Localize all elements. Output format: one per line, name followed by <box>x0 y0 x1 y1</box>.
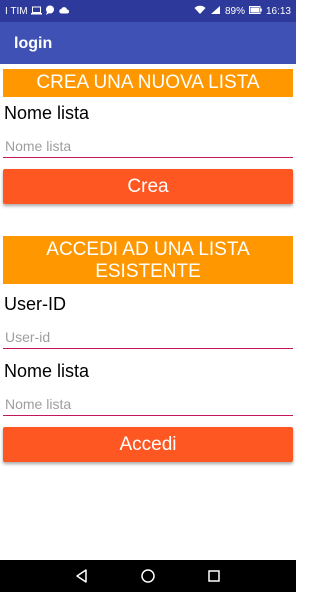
app-bar-title: login <box>14 35 53 52</box>
cloud-icon <box>58 6 69 17</box>
create-list-header: CREA UNA NUOVA LISTA <box>3 69 293 97</box>
userid-label: User-ID <box>4 294 66 314</box>
app-bar: login <box>0 22 296 64</box>
home-circle-icon[interactable] <box>140 568 156 584</box>
status-bar: I TIM 89% 16:13 <box>0 0 296 22</box>
access-list-header-line2: ESISTENTE <box>95 261 201 282</box>
access-button[interactable]: Accedi <box>3 427 293 462</box>
signal-icon <box>210 5 221 18</box>
create-name-label: Nome lista <box>4 103 90 123</box>
battery-percent: 89% <box>224 6 245 17</box>
access-list-header: ACCEDI AD UNA LISTA ESISTENTE <box>3 236 293 284</box>
carrier-label: I TIM <box>5 6 28 17</box>
create-button[interactable]: Crea <box>3 169 293 204</box>
access-name-label: Nome lista <box>4 361 90 381</box>
back-triangle-icon[interactable] <box>74 568 90 584</box>
chat-bubble-icon <box>45 5 55 18</box>
access-name-input[interactable] <box>3 392 293 416</box>
access-list-header-line1: ACCEDI AD UNA LISTA <box>46 239 250 260</box>
battery-icon <box>248 6 262 17</box>
status-bar-left: I TIM <box>5 5 69 18</box>
clock: 16:13 <box>265 6 291 17</box>
userid-input[interactable] <box>3 325 293 349</box>
recents-square-icon[interactable] <box>206 568 222 584</box>
laptop-icon <box>30 6 42 18</box>
status-bar-right: 89% 16:13 <box>194 5 291 18</box>
navigation-bar <box>0 560 296 592</box>
wifi-icon <box>194 5 206 18</box>
create-name-input[interactable] <box>3 134 293 158</box>
